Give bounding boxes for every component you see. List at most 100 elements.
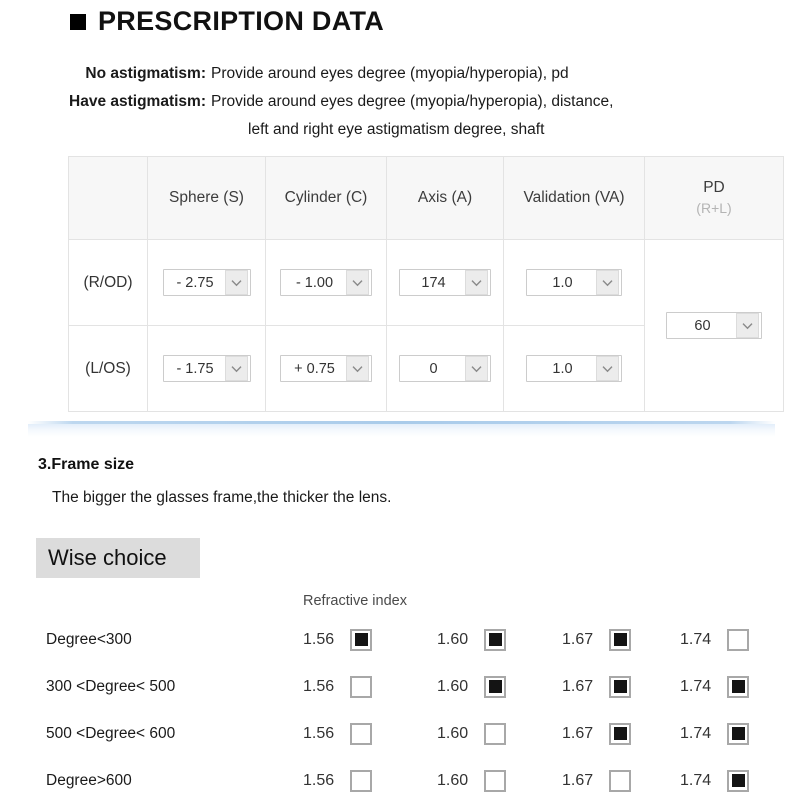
refractive-row-degree-lt-300: Degree<300 1.56 1.60 1.67 1.74 (0, 616, 800, 663)
frame-size-subtext: The bigger the glasses frame,the thicker… (52, 489, 392, 506)
prescription-table-body: (R/OD) - 2.75 - 1.00 174 1.0 60 (L/OS) -… (68, 239, 784, 412)
refractive-row-label: 300 <Degree< 500 (46, 677, 176, 695)
sphere-select-left[interactable]: - 1.75 (162, 355, 251, 382)
chevron-down-icon (736, 313, 759, 338)
cell-validation-left: 1.0 (503, 325, 645, 412)
checkbox-icon[interactable] (484, 722, 507, 745)
section-divider-glow (28, 424, 775, 437)
sphere-select-right[interactable]: - 2.75 (162, 269, 251, 296)
refractive-option-2-0[interactable]: 1.56 (303, 722, 373, 745)
header-pd-sub: (R+L) (696, 200, 732, 216)
validation-select-right[interactable]: 1.0 (526, 269, 622, 296)
refractive-index-grid: Degree<300 1.56 1.60 1.67 1.74 300 <Degr… (0, 616, 800, 804)
refractive-option-1-3[interactable]: 1.74 (680, 675, 750, 698)
refractive-row-label: 500 <Degree< 600 (46, 724, 176, 742)
checkbox-icon[interactable] (484, 675, 507, 698)
frame-size-heading: 3.Frame size (38, 456, 135, 473)
checkbox-icon[interactable] (484, 628, 507, 651)
header-pd-main: PD (703, 179, 725, 196)
refractive-row-label: Degree>600 (46, 771, 132, 789)
validation-select-right-value: 1.0 (552, 274, 573, 291)
cylinder-select-right[interactable]: - 1.00 (280, 269, 372, 296)
checkbox-icon[interactable] (727, 722, 750, 745)
refractive-value-label: 1.60 (437, 677, 469, 695)
intro-line-no-astigmatism: No astigmatism: Provide around eyes degr… (40, 62, 780, 85)
refractive-option-0-3[interactable]: 1.74 (680, 628, 750, 651)
page-title-text: PRESCRIPTION DATA (98, 6, 385, 36)
cell-pd: 60 (644, 239, 784, 412)
pd-select[interactable]: 60 (666, 312, 762, 339)
refractive-option-2-1[interactable]: 1.60 (437, 722, 507, 745)
refractive-value-label: 1.74 (680, 724, 712, 742)
refractive-option-2-3[interactable]: 1.74 (680, 722, 750, 745)
sphere-select-right-value: - 2.75 (176, 274, 214, 291)
refractive-value-label: 1.60 (437, 630, 469, 648)
validation-select-left-value: 1.0 (552, 360, 573, 377)
section-divider (28, 421, 775, 437)
cell-sphere-right: - 2.75 (147, 239, 266, 326)
cell-cylinder-left: + 0.75 (265, 325, 387, 412)
intro-label-no-astigmatism: No astigmatism: (85, 65, 206, 82)
checkbox-icon[interactable] (350, 769, 373, 792)
refractive-value-label: 1.56 (303, 630, 335, 648)
cell-axis-right: 174 (386, 239, 504, 326)
refractive-option-3-2[interactable]: 1.67 (562, 769, 632, 792)
refractive-option-2-2[interactable]: 1.67 (562, 722, 632, 745)
cell-cylinder-right: - 1.00 (265, 239, 387, 326)
refractive-option-3-3[interactable]: 1.74 (680, 769, 750, 792)
chevron-down-icon (596, 356, 619, 381)
checkbox-icon[interactable] (609, 722, 632, 745)
refractive-option-0-0[interactable]: 1.56 (303, 628, 373, 651)
refractive-option-3-1[interactable]: 1.60 (437, 769, 507, 792)
refractive-value-label: 1.56 (303, 677, 335, 695)
refractive-option-0-1[interactable]: 1.60 (437, 628, 507, 651)
table-header-row: Sphere (S) Cylinder (C) Axis (A) Validat… (68, 156, 784, 240)
checkbox-icon[interactable] (609, 675, 632, 698)
refractive-row-500-to-600: 500 <Degree< 600 1.56 1.60 1.67 1.74 (0, 710, 800, 757)
checkbox-icon[interactable] (350, 722, 373, 745)
refractive-value-label: 1.56 (303, 724, 335, 742)
refractive-value-label: 1.60 (437, 771, 469, 789)
header-axis: Axis (A) (386, 156, 504, 240)
refractive-option-1-2[interactable]: 1.67 (562, 675, 632, 698)
page-title: PRESCRIPTION DATA (70, 6, 384, 37)
chevron-down-icon (346, 356, 369, 381)
axis-select-left[interactable]: 0 (399, 355, 491, 382)
refractive-value-label: 1.74 (680, 771, 712, 789)
validation-select-left[interactable]: 1.0 (526, 355, 622, 382)
intro-label-have-astigmatism: Have astigmatism: (69, 93, 206, 110)
refractive-value-label: 1.67 (562, 677, 594, 695)
axis-select-right[interactable]: 174 (399, 269, 491, 296)
refractive-option-3-0[interactable]: 1.56 (303, 769, 373, 792)
refractive-option-1-0[interactable]: 1.56 (303, 675, 373, 698)
refractive-option-0-2[interactable]: 1.67 (562, 628, 632, 651)
intro-line-have-astigmatism: Have astigmatism: Provide around eyes de… (40, 90, 780, 113)
checkbox-icon[interactable] (609, 769, 632, 792)
checkbox-icon[interactable] (727, 769, 750, 792)
refractive-row-degree-gt-600: Degree>600 1.56 1.60 1.67 1.74 (0, 757, 800, 804)
cylinder-select-left[interactable]: + 0.75 (280, 355, 372, 382)
wise-choice-label: Wise choice (36, 538, 200, 578)
chevron-down-icon (465, 356, 488, 381)
checkbox-icon[interactable] (350, 675, 373, 698)
cell-eye-label-right: (R/OD) (68, 239, 148, 326)
checkbox-icon[interactable] (727, 628, 750, 651)
header-corner (68, 156, 148, 240)
refractive-index-caption: Refractive index (303, 593, 407, 609)
axis-select-right-value: 174 (421, 274, 446, 291)
header-validation: Validation (VA) (503, 156, 645, 240)
refractive-value-label: 1.67 (562, 724, 594, 742)
intro-value-have-astigmatism-continued: left and right eye astigmatism degree, s… (248, 121, 545, 138)
cell-sphere-left: - 1.75 (147, 325, 266, 412)
intro-value-have-astigmatism: Provide around eyes degree (myopia/hyper… (211, 93, 614, 110)
eye-label-right: (R/OD) (83, 273, 133, 291)
checkbox-icon[interactable] (350, 628, 373, 651)
checkbox-icon[interactable] (609, 628, 632, 651)
refractive-value-label: 1.67 (562, 630, 594, 648)
header-pd: PD (R+L) (644, 156, 784, 240)
header-sphere: Sphere (S) (147, 156, 266, 240)
checkbox-icon[interactable] (484, 769, 507, 792)
refractive-option-1-1[interactable]: 1.60 (437, 675, 507, 698)
checkbox-icon[interactable] (727, 675, 750, 698)
prescription-table: Sphere (S) Cylinder (C) Axis (A) Validat… (68, 156, 784, 412)
